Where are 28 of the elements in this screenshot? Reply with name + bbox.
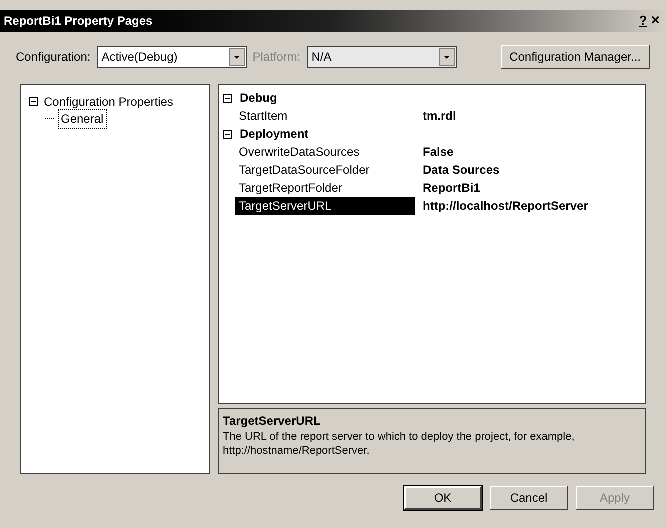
tree-item[interactable]: Configuration Properties xyxy=(42,92,176,110)
dropdown[interactable]: Active(Debug) xyxy=(96,46,247,68)
category-label: Debug xyxy=(240,90,278,107)
property-name[interactable]: OverwriteDataSources xyxy=(235,143,415,161)
property-value[interactable]: False xyxy=(415,143,454,161)
collapse-icon[interactable] xyxy=(223,94,232,102)
property-name[interactable]: StartItem xyxy=(235,107,415,125)
property-name[interactable]: TargetReportFolder xyxy=(235,179,415,197)
window-title: ReportBi1 Property Pages xyxy=(4,13,154,30)
description-text: The URL of the report server to which to deploy the project, for example, http://hostname/ReportServer. xyxy=(223,430,576,458)
help-button[interactable]: ? xyxy=(637,11,650,31)
platform-label: Platform: xyxy=(252,49,301,66)
configuration-label: Configuration: xyxy=(16,49,91,66)
property-value[interactable]: Data Sources xyxy=(415,161,500,179)
property-value[interactable]: tm.rdl xyxy=(415,107,456,125)
property-value[interactable]: ReportBi1 xyxy=(415,179,480,197)
category-label: Deployment xyxy=(240,126,309,143)
close-button[interactable]: × xyxy=(649,10,662,32)
property-value[interactable]: http://localhost/ReportServer xyxy=(415,197,588,215)
collapse-icon[interactable] xyxy=(29,97,38,106)
property-name[interactable]: TargetDataSourceFolder xyxy=(235,161,415,179)
collapse-icon[interactable] xyxy=(223,130,232,138)
description-title: TargetServerURL xyxy=(223,413,322,430)
dialog-button[interactable]: OK xyxy=(404,486,482,510)
dialog-button[interactable]: Cancel xyxy=(490,486,568,510)
tree-item[interactable]: General xyxy=(58,108,107,128)
property-name[interactable]: TargetServerURL xyxy=(235,197,415,215)
configuration-manager-button[interactable]: Configuration Manager... xyxy=(500,45,650,69)
